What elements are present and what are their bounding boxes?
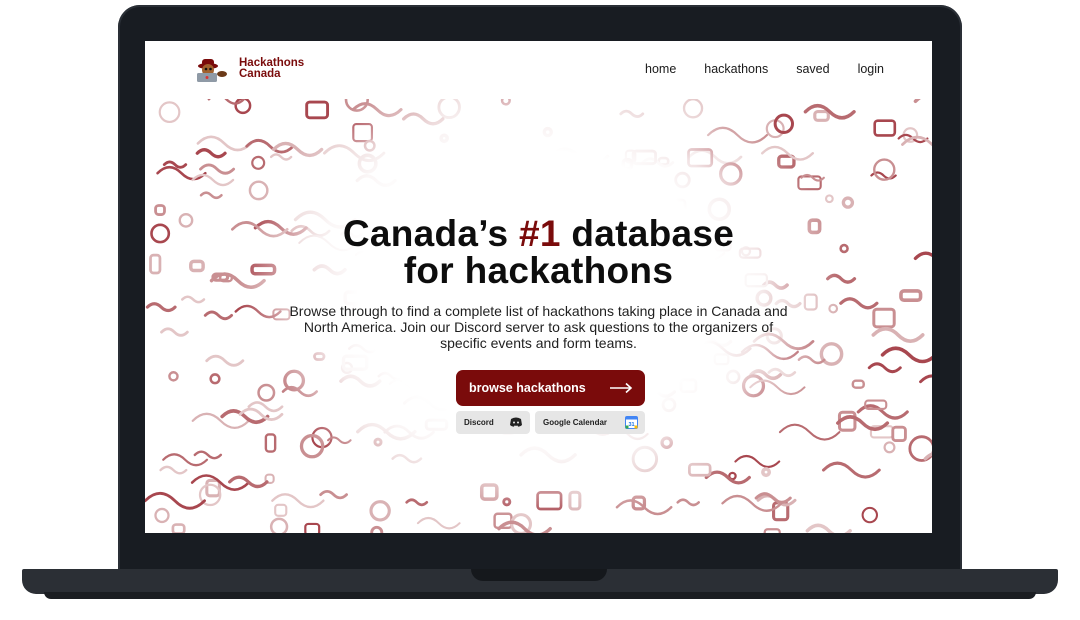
navbar: Hackathons Canada home hackathons saved … <box>145 41 932 99</box>
nav-link-hackathons[interactable]: hackathons <box>704 62 768 76</box>
laptop-base-shadow <box>44 592 1036 599</box>
browser-screen: Hackathons Canada home hackathons saved … <box>145 41 932 533</box>
discord-icon <box>510 417 522 427</box>
calendar-icon-number: 31 <box>628 422 634 428</box>
nav-link-saved[interactable]: saved <box>796 62 829 76</box>
brand-line-2: Canada <box>239 68 281 80</box>
hero-headline: Canada’s #1 database for hackathons <box>145 215 932 289</box>
headline-text-pre: Canada’s <box>342 213 519 254</box>
headline-text-post: database <box>560 213 735 254</box>
nav-link-home[interactable]: home <box>645 62 676 76</box>
browse-hackathons-button[interactable]: browse hackathons <box>456 370 645 406</box>
nav-link-login[interactable]: login <box>858 62 884 76</box>
discord-button[interactable]: Discord <box>456 411 530 434</box>
google-calendar-button[interactable]: Google Calendar 31 <box>535 411 645 434</box>
discord-label: Discord <box>464 418 494 427</box>
headline-line-2: for hackathons <box>403 250 674 291</box>
arrow-right-icon <box>610 382 633 394</box>
google-calendar-label: Google Calendar <box>543 418 608 427</box>
google-calendar-icon: 31 <box>625 416 638 429</box>
hero-subtitle: Browse through to find a complete list o… <box>289 303 788 351</box>
browse-hackathons-label: browse hackathons <box>469 381 586 395</box>
nav-links: home hackathons saved login <box>645 62 884 76</box>
headline-accent: #1 <box>518 213 561 254</box>
laptop-notch <box>471 569 607 581</box>
brand-name[interactable]: Hackathons Canada <box>239 57 329 80</box>
beaver-hacker-logo[interactable] <box>193 57 229 83</box>
